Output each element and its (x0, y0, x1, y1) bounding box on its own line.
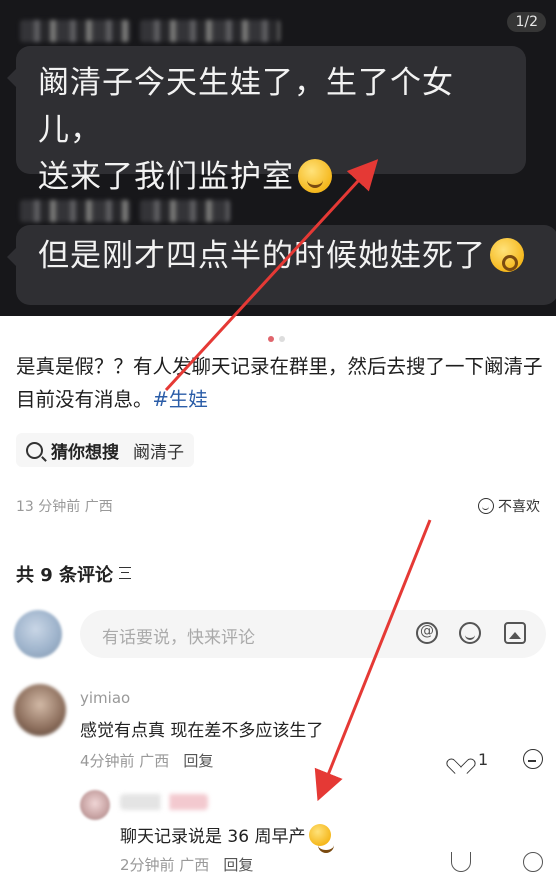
laughing-crying-emoji-icon (298, 159, 332, 193)
reply-text: 聊天记录说是 36 周早产 (120, 822, 335, 853)
smile-icon (478, 498, 494, 514)
reply-meta: 2分钟前 广西 回复 (120, 854, 253, 875)
like-outline-icon[interactable] (451, 852, 471, 872)
dislike-face-icon[interactable] (523, 749, 543, 769)
dislike-label: 不喜欢 (498, 499, 540, 515)
page-indicator: 1/2 (507, 12, 546, 32)
image-icon[interactable] (504, 622, 526, 644)
commenter-name[interactable]: yimiao (80, 689, 130, 707)
blurred-replier-name (120, 794, 208, 810)
emoji-icon[interactable] (459, 622, 481, 644)
blurred-sender-name (20, 20, 130, 42)
commenter-avatar[interactable] (14, 684, 66, 736)
guess-search-chip[interactable]: 猜你想搜 阚清子 (16, 433, 194, 467)
comment-reply-button[interactable]: 回复 (183, 752, 213, 770)
dislike-outline-icon[interactable] (523, 852, 543, 872)
comments-count-label: 共 9 条评论 (16, 565, 114, 586)
mention-icon[interactable] (416, 622, 438, 644)
heart-icon[interactable] (452, 752, 470, 768)
crying-emoji-icon (309, 824, 335, 853)
chat-bubble-1: 阚清子今天生娃了，生了个女儿， 送来了我们监护室 (7, 46, 526, 195)
carousel-dot (279, 336, 285, 342)
post-image[interactable]: 1/2 阚清子今天生娃了，生了个女儿， 送来了我们监护室 但是刚才四点半的时候她… (0, 0, 556, 316)
replier-avatar[interactable] (80, 790, 110, 820)
comments-header[interactable]: 共 9 条评论 (16, 561, 132, 587)
my-avatar (14, 610, 62, 658)
chat-bubble-2-text: 但是刚才四点半的时候她娃死了 (38, 238, 486, 274)
chat-bubble-2: 但是刚才四点半的时候她娃死了 (7, 225, 556, 305)
guess-keyword[interactable]: 阚清子 (133, 438, 184, 463)
carousel-dots (268, 327, 290, 346)
post-text: 是真是假？？有人发聊天记录在群里，然后去搜了一下阚清子目前没有消息。 (16, 355, 543, 411)
blurred-sender-detail-2 (140, 200, 230, 222)
comment-input[interactable]: 有话要说，快来评论 (80, 610, 546, 658)
chat-bubble-1-line1: 阚清子今天生娃了，生了个女儿， (38, 65, 454, 148)
shocked-emoji-icon (490, 238, 524, 272)
reply-text-content: 聊天记录说是 36 周早产 (120, 827, 306, 847)
search-icon (26, 441, 43, 459)
comment-meta: 4分钟前 广西 回复 (80, 750, 213, 771)
sort-icon[interactable] (119, 567, 132, 579)
post-body: 是真是假？？有人发聊天记录在群里，然后去搜了一下阚清子目前没有消息。#生娃 (16, 350, 544, 416)
reply-reply-button[interactable]: 回复 (223, 856, 253, 874)
reply-time-location: 2分钟前 广西 (120, 856, 210, 874)
chat-bubble-1-line2: 送来了我们监护室 (38, 159, 294, 195)
comment-input-placeholder: 有话要说，快来评论 (102, 628, 255, 648)
post-time-location: 13 分钟前 广西 (16, 499, 113, 515)
blurred-sender-name-2 (20, 200, 130, 222)
comment-text: 感觉有点真 现在差不多应该生了 (80, 721, 324, 741)
comment-time-location: 4分钟前 广西 (80, 752, 170, 770)
post-meta: 13 分钟前 广西 不喜欢 (16, 496, 540, 516)
comment-like-count: 1 (478, 750, 489, 769)
carousel-dot-active (268, 336, 274, 342)
blurred-sender-detail (140, 20, 280, 42)
post-hashtag[interactable]: #生娃 (153, 388, 208, 411)
guess-label: 猜你想搜 (51, 442, 119, 463)
dislike-button[interactable]: 不喜欢 (478, 496, 540, 516)
